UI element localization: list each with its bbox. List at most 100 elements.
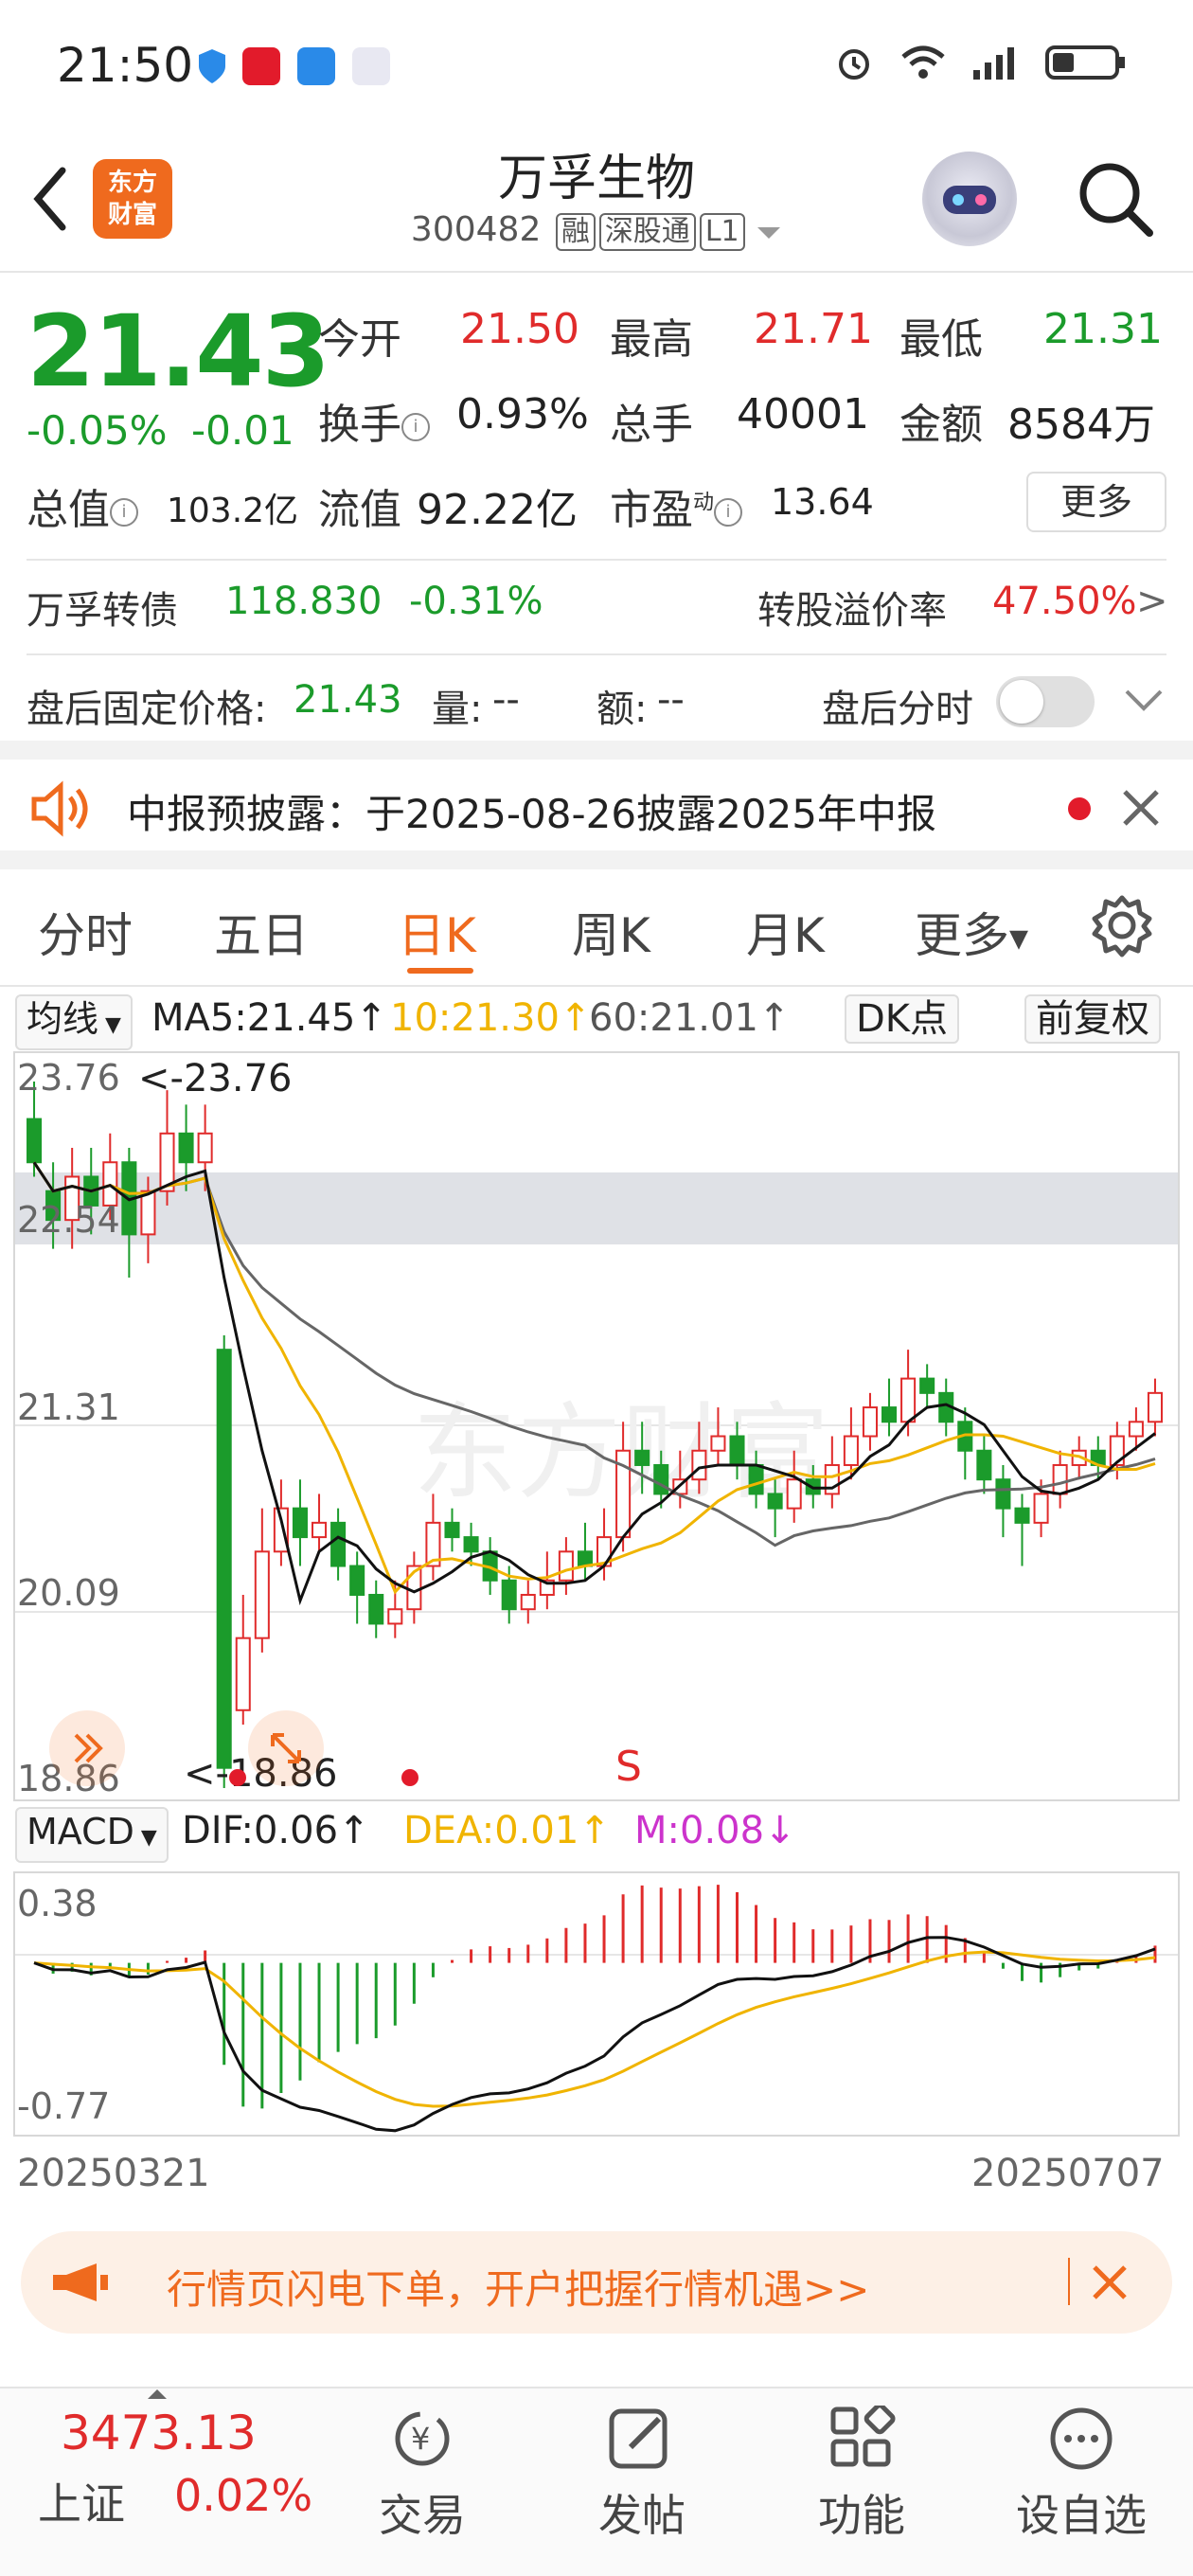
adjust-button[interactable]: 前复权: [1024, 994, 1161, 1044]
info-icon[interactable]: i: [401, 413, 430, 441]
after-hours-amt-label: 额:: [596, 688, 648, 731]
turnover-label: 换手 i: [318, 390, 430, 451]
premium-arrow[interactable]: >: [1136, 580, 1168, 623]
high-label: 最高: [610, 315, 693, 364]
dif-line: [33, 1936, 1156, 2133]
dea-line: [33, 1950, 1156, 2108]
nav-functions[interactable]: 功能: [786, 2403, 937, 2544]
alarm-icon: [833, 42, 875, 87]
open-label: 今开: [318, 315, 401, 364]
divider: [27, 559, 1166, 561]
more-dots-icon: [1043, 2406, 1119, 2472]
fullscreen-icon[interactable]: [248, 1710, 324, 1786]
ad-divider: [1068, 2258, 1070, 2305]
trade-icon: ¥: [384, 2406, 460, 2472]
more-button[interactable]: 更多: [1026, 472, 1166, 532]
candle-body: [653, 1463, 669, 1495]
dropdown-icon: [756, 212, 782, 251]
nav-post[interactable]: 发帖: [566, 2406, 718, 2544]
candle-body: [1014, 1507, 1030, 1524]
bond-name[interactable]: 万孚转债: [27, 580, 178, 635]
after-hours-toggle[interactable]: [996, 676, 1095, 727]
close-icon[interactable]: [1087, 2260, 1132, 2309]
m-value: M:0.08↓: [634, 1809, 796, 1852]
close-icon[interactable]: [1117, 784, 1165, 835]
float-label: 流值: [318, 486, 401, 534]
candle-body: [634, 1449, 650, 1466]
signal-dot[interactable]: [401, 1769, 418, 1786]
candle-body: [748, 1463, 764, 1495]
battery-icon: [1045, 44, 1127, 85]
candle-body: [881, 1406, 898, 1423]
candle-body: [729, 1435, 745, 1466]
post-icon: [604, 2406, 680, 2472]
change-amount: -0.01: [191, 407, 294, 454]
after-hours-vol: --: [492, 678, 520, 722]
svg-text:¥: ¥: [411, 2421, 430, 2457]
amount-value: 8584万: [1007, 401, 1155, 449]
macd-selector[interactable]: MACD ▼: [15, 1807, 169, 1863]
tab-weekly-k[interactable]: 周K: [572, 898, 650, 966]
info-icon[interactable]: i: [714, 498, 743, 527]
candle-body: [235, 1637, 251, 1711]
candle-body: [387, 1608, 403, 1625]
candle-body: [254, 1550, 270, 1639]
premium-value: 47.50%: [992, 580, 1137, 623]
turnover-value: 0.93%: [456, 390, 589, 438]
kline-svg: 东方财富: [15, 1082, 1178, 1788]
tab-five-day[interactable]: 五日: [214, 898, 309, 966]
y-label-top: 23.76: [17, 1057, 120, 1099]
nav-trade[interactable]: ¥ 交易: [347, 2406, 498, 2544]
nav-watchlist[interactable]: 设自选: [1006, 2406, 1157, 2544]
section-divider: [0, 741, 1193, 760]
dropdown-icon: ▼: [98, 1013, 121, 1037]
nav-post-label: 发帖: [598, 2490, 686, 2541]
ma-selector[interactable]: 均线 ▼: [15, 994, 133, 1050]
macd-y-bottom: -0.77: [17, 2085, 111, 2127]
high-value: 21.71: [754, 305, 873, 353]
current-price: 21.43: [27, 294, 330, 409]
candle-body: [292, 1507, 308, 1539]
tab-more[interactable]: 更多▼: [915, 898, 1028, 966]
ma-selector-label: 均线: [27, 998, 99, 1040]
candle-body: [349, 1565, 365, 1596]
macd-chart[interactable]: 0.38 -0.77: [13, 1871, 1180, 2137]
margin-tag: 融: [555, 213, 596, 251]
tab-intraday[interactable]: 分时: [38, 898, 133, 966]
candle-body: [197, 1132, 213, 1164]
pe-label: 市盈动 i: [610, 475, 743, 536]
macd-bars-group: [51, 1885, 1157, 2109]
notice-dot: [1068, 797, 1091, 820]
nav-watchlist-label: 设自选: [1016, 2490, 1147, 2541]
tab-daily-k[interactable]: 日K: [398, 898, 476, 966]
tab-monthly-k[interactable]: 月K: [746, 898, 825, 966]
ad-banner[interactable]: 行情页闪电下单，开户把握行情机遇>>: [21, 2231, 1172, 2334]
expand-left-icon[interactable]: [49, 1710, 125, 1786]
chevron-down-icon[interactable]: [1123, 686, 1165, 718]
index-value[interactable]: 3473.13: [61, 2406, 257, 2460]
nav-trade-label: 交易: [379, 2490, 466, 2541]
kline-chart[interactable]: 东方财富 23.76 22.54 21.31 20.09 18.86 <-23.…: [13, 1051, 1180, 1801]
turnover-label-text: 换手: [318, 401, 401, 449]
change-pct: -0.05%: [27, 407, 168, 454]
candle-body: [140, 1190, 156, 1236]
search-icon[interactable]: [1072, 155, 1157, 241]
dk-button[interactable]: DK点: [845, 994, 960, 1044]
index-name[interactable]: 上证: [38, 2470, 125, 2532]
app-icon: [352, 47, 390, 85]
candle-body: [1147, 1391, 1163, 1423]
candle-body: [862, 1406, 878, 1438]
candle-body: [27, 1118, 43, 1164]
signal-dot[interactable]: [229, 1769, 246, 1786]
notice-text[interactable]: 中报预披露：于2025-08-26披露2025年中报: [127, 782, 936, 840]
after-hours-toggle-label: 盘后分时: [822, 688, 973, 731]
sell-marker[interactable]: S: [615, 1743, 642, 1791]
nav-functions-label: 功能: [818, 2490, 905, 2541]
gear-icon[interactable]: [1089, 892, 1155, 962]
info-icon[interactable]: i: [110, 498, 138, 527]
y-label-2: 22.54: [17, 1199, 120, 1241]
ma60-value: 60:21.01↑: [589, 996, 791, 1040]
start-date: 20250321: [17, 2152, 210, 2195]
robot-avatar-icon[interactable]: [922, 152, 1017, 246]
volume-value: 40001: [737, 390, 869, 438]
